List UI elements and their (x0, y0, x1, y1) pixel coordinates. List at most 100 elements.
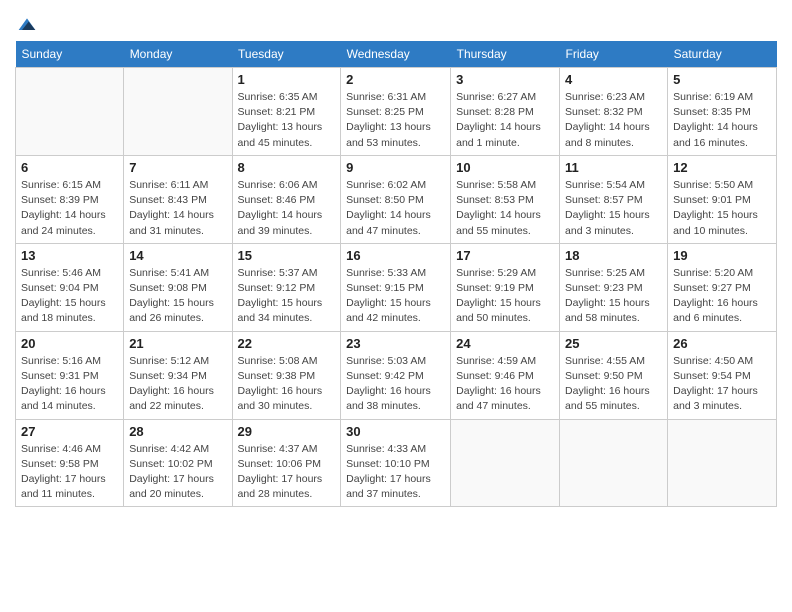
calendar-week-2: 6Sunrise: 6:15 AM Sunset: 8:39 PM Daylig… (16, 155, 777, 243)
page-header (15, 15, 777, 31)
calendar-cell: 14 Sunrise: 5:41 AM Sunset: 9:08 PM Dayli… (124, 243, 232, 331)
calendar-week-1: 1 Sunrise: 6:35 AM Sunset: 8:21 PM Daylig… (16, 68, 777, 156)
day-number: 17 (456, 248, 554, 263)
calendar-cell: 23 Sunrise: 5:03 AM Sunset: 9:42 PM Dayli… (341, 331, 451, 419)
day-number: 15 (238, 248, 336, 263)
calendar-cell: 19 Sunrise: 5:20 AM Sunset: 9:27 PM Dayli… (668, 243, 777, 331)
calendar-cell: 3 Sunrise: 6:27 AM Sunset: 8:28 PM Daylig… (451, 68, 560, 156)
weekday-header-monday: Monday (124, 41, 232, 68)
day-number: 12 (673, 160, 771, 175)
calendar-cell: 20 Sunrise: 5:16 AM Sunset: 9:31 PM Dayli… (16, 331, 124, 419)
day-info: Sunrise: 5:41 AM Sunset: 9:08 PM Dayligh… (129, 266, 226, 327)
day-number: 18 (565, 248, 662, 263)
day-number: 21 (129, 336, 226, 351)
day-number: 7 (129, 160, 226, 175)
day-info: Sunrise: 6:11 AM Sunset: 8:43 PM Dayligh… (129, 178, 226, 239)
day-info: Sunrise: 5:46 AM Sunset: 9:04 PM Dayligh… (21, 266, 118, 327)
day-number: 16 (346, 248, 445, 263)
day-info: Sunrise: 5:37 AM Sunset: 9:12 PM Dayligh… (238, 266, 336, 327)
calendar-cell: 12 Sunrise: 5:50 AM Sunset: 9:01 PM Dayli… (668, 155, 777, 243)
day-info: Sunrise: 4:42 AM Sunset: 10:02 PM Daylig… (129, 442, 226, 503)
day-number: 27 (21, 424, 118, 439)
day-info: Sunrise: 6:15 AM Sunset: 8:39 PM Dayligh… (21, 178, 118, 239)
day-number: 4 (565, 72, 662, 87)
calendar-cell: 21Sunrise: 5:12 AM Sunset: 9:34 PM Dayli… (124, 331, 232, 419)
calendar-cell: 1 Sunrise: 6:35 AM Sunset: 8:21 PM Daylig… (232, 68, 341, 156)
calendar-week-5: 27 Sunrise: 4:46 AM Sunset: 9:58 PM Dayli… (16, 419, 777, 507)
day-number: 26 (673, 336, 771, 351)
day-info: Sunrise: 4:59 AM Sunset: 9:46 PM Dayligh… (456, 354, 554, 415)
day-info: Sunrise: 6:23 AM Sunset: 8:32 PM Dayligh… (565, 90, 662, 151)
day-number: 2 (346, 72, 445, 87)
day-number: 5 (673, 72, 771, 87)
weekday-header-saturday: Saturday (668, 41, 777, 68)
day-number: 23 (346, 336, 445, 351)
day-number: 14 (129, 248, 226, 263)
calendar-week-4: 20 Sunrise: 5:16 AM Sunset: 9:31 PM Dayli… (16, 331, 777, 419)
calendar-cell: 9 Sunrise: 6:02 AM Sunset: 8:50 PM Daylig… (341, 155, 451, 243)
calendar-cell: 15 Sunrise: 5:37 AM Sunset: 9:12 PM Dayli… (232, 243, 341, 331)
day-info: Sunrise: 6:27 AM Sunset: 8:28 PM Dayligh… (456, 90, 554, 151)
day-number: 8 (238, 160, 336, 175)
calendar-cell: 17 Sunrise: 5:29 AM Sunset: 9:19 PM Dayli… (451, 243, 560, 331)
calendar-cell: 30 Sunrise: 4:33 AM Sunset: 10:10 PM Dayl… (341, 419, 451, 507)
weekday-header-tuesday: Tuesday (232, 41, 341, 68)
calendar-cell: 25 Sunrise: 4:55 AM Sunset: 9:50 PM Dayli… (560, 331, 668, 419)
day-info: Sunrise: 5:54 AM Sunset: 8:57 PM Dayligh… (565, 178, 662, 239)
calendar-cell: 24 Sunrise: 4:59 AM Sunset: 9:46 PM Dayli… (451, 331, 560, 419)
day-info: Sunrise: 5:20 AM Sunset: 9:27 PM Dayligh… (673, 266, 771, 327)
calendar-cell: 26 Sunrise: 4:50 AM Sunset: 9:54 PM Dayli… (668, 331, 777, 419)
day-info: Sunrise: 5:50 AM Sunset: 9:01 PM Dayligh… (673, 178, 771, 239)
day-number: 3 (456, 72, 554, 87)
day-info: Sunrise: 4:55 AM Sunset: 9:50 PM Dayligh… (565, 354, 662, 415)
day-number: 19 (673, 248, 771, 263)
day-info: Sunrise: 6:35 AM Sunset: 8:21 PM Dayligh… (238, 90, 336, 151)
calendar-week-3: 13Sunrise: 5:46 AM Sunset: 9:04 PM Dayli… (16, 243, 777, 331)
day-info: Sunrise: 6:06 AM Sunset: 8:46 PM Dayligh… (238, 178, 336, 239)
calendar-cell: 6Sunrise: 6:15 AM Sunset: 8:39 PM Daylig… (16, 155, 124, 243)
day-info: Sunrise: 4:50 AM Sunset: 9:54 PM Dayligh… (673, 354, 771, 415)
day-info: Sunrise: 4:46 AM Sunset: 9:58 PM Dayligh… (21, 442, 118, 503)
calendar-cell: 29 Sunrise: 4:37 AM Sunset: 10:06 PM Dayl… (232, 419, 341, 507)
day-info: Sunrise: 5:58 AM Sunset: 8:53 PM Dayligh… (456, 178, 554, 239)
calendar-cell (124, 68, 232, 156)
day-info: Sunrise: 5:29 AM Sunset: 9:19 PM Dayligh… (456, 266, 554, 327)
weekday-header-friday: Friday (560, 41, 668, 68)
weekday-header-sunday: Sunday (16, 41, 124, 68)
calendar-cell: 7 Sunrise: 6:11 AM Sunset: 8:43 PM Daylig… (124, 155, 232, 243)
day-number: 22 (238, 336, 336, 351)
calendar-cell (668, 419, 777, 507)
day-number: 10 (456, 160, 554, 175)
day-info: Sunrise: 6:19 AM Sunset: 8:35 PM Dayligh… (673, 90, 771, 151)
calendar-cell (560, 419, 668, 507)
day-info: Sunrise: 5:33 AM Sunset: 9:15 PM Dayligh… (346, 266, 445, 327)
weekday-header-wednesday: Wednesday (341, 41, 451, 68)
day-info: Sunrise: 6:02 AM Sunset: 8:50 PM Dayligh… (346, 178, 445, 239)
day-number: 28 (129, 424, 226, 439)
day-info: Sunrise: 5:03 AM Sunset: 9:42 PM Dayligh… (346, 354, 445, 415)
day-number: 29 (238, 424, 336, 439)
calendar-cell: 27 Sunrise: 4:46 AM Sunset: 9:58 PM Dayli… (16, 419, 124, 507)
calendar-cell: 28 Sunrise: 4:42 AM Sunset: 10:02 PM Dayl… (124, 419, 232, 507)
day-info: Sunrise: 5:08 AM Sunset: 9:38 PM Dayligh… (238, 354, 336, 415)
weekday-header-thursday: Thursday (451, 41, 560, 68)
day-number: 30 (346, 424, 445, 439)
weekday-header-row: SundayMondayTuesdayWednesdayThursdayFrid… (16, 41, 777, 68)
calendar-cell: 11Sunrise: 5:54 AM Sunset: 8:57 PM Dayli… (560, 155, 668, 243)
calendar-cell: 10 Sunrise: 5:58 AM Sunset: 8:53 PM Dayli… (451, 155, 560, 243)
day-number: 9 (346, 160, 445, 175)
calendar-cell: 8 Sunrise: 6:06 AM Sunset: 8:46 PM Daylig… (232, 155, 341, 243)
day-info: Sunrise: 4:33 AM Sunset: 10:10 PM Daylig… (346, 442, 445, 503)
calendar-cell: 16 Sunrise: 5:33 AM Sunset: 9:15 PM Dayli… (341, 243, 451, 331)
logo-icon (17, 15, 37, 35)
calendar-table: SundayMondayTuesdayWednesdayThursdayFrid… (15, 41, 777, 507)
day-info: Sunrise: 5:16 AM Sunset: 9:31 PM Dayligh… (21, 354, 118, 415)
day-number: 24 (456, 336, 554, 351)
calendar-cell: 2 Sunrise: 6:31 AM Sunset: 8:25 PM Daylig… (341, 68, 451, 156)
day-number: 25 (565, 336, 662, 351)
day-info: Sunrise: 4:37 AM Sunset: 10:06 PM Daylig… (238, 442, 336, 503)
day-number: 20 (21, 336, 118, 351)
calendar-cell: 13Sunrise: 5:46 AM Sunset: 9:04 PM Dayli… (16, 243, 124, 331)
day-info: Sunrise: 6:31 AM Sunset: 8:25 PM Dayligh… (346, 90, 445, 151)
day-number: 1 (238, 72, 336, 87)
